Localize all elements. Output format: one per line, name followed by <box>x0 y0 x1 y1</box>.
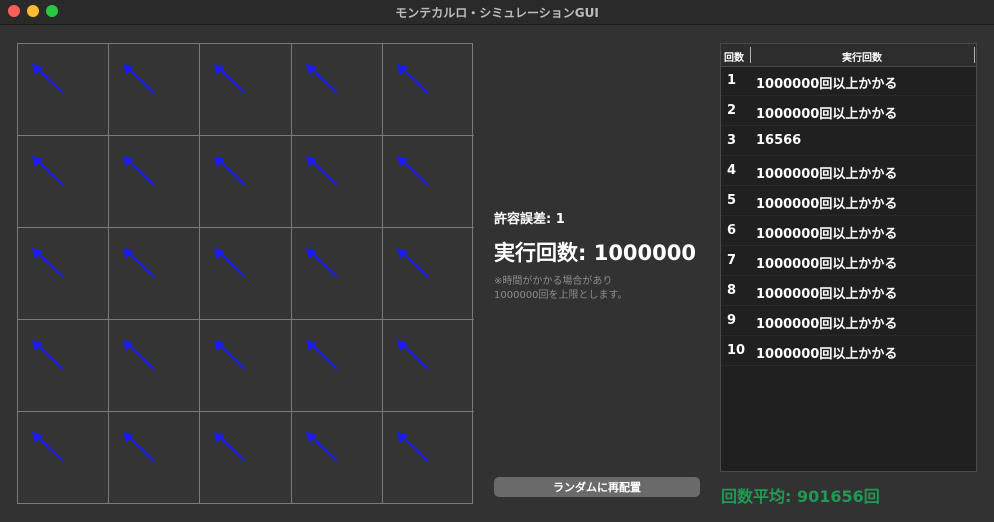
grid-cell <box>291 44 383 136</box>
table-row[interactable]: 5 1000000回以上かかる <box>721 186 976 216</box>
grid-cell <box>292 412 383 504</box>
arrow-up-left-icon <box>214 340 247 370</box>
tolerance-label: 許容誤差: 1 <box>494 212 565 227</box>
table-row[interactable]: 3 16566 <box>721 126 976 156</box>
header-runs[interactable]: 実行回数 <box>752 49 972 64</box>
arrow-up-left-icon <box>396 64 429 94</box>
row-index: 5 <box>727 193 737 208</box>
arrow-up-left-icon <box>32 156 64 186</box>
grid-cell <box>291 320 383 412</box>
app-window: モンテカルロ・シミュレーションGUI 許容誤差: 1 実行回数: 1000000… <box>0 0 994 522</box>
grid-cell <box>18 44 110 136</box>
arrow-up-left-icon <box>32 248 64 278</box>
grid-cell <box>200 44 292 136</box>
row-index: 6 <box>727 223 737 238</box>
row-run-count: 16566 <box>756 133 802 148</box>
arrow-grid <box>17 43 474 504</box>
table-row[interactable]: 10 1000000回以上かかる <box>721 336 976 366</box>
grid-cell <box>18 228 110 320</box>
row-run-count: 1000000回以上かかる <box>756 317 898 332</box>
row-index: 9 <box>727 313 737 328</box>
row-index: 4 <box>727 163 737 178</box>
row-index: 2 <box>727 103 737 118</box>
grid-cell <box>18 320 110 412</box>
arrow-up-left-icon <box>396 248 429 278</box>
table-row[interactable]: 2 1000000回以上かかる <box>721 96 976 126</box>
arrow-up-left-icon <box>123 248 155 278</box>
grid-cell <box>18 136 110 228</box>
table-header: 回数 実行回数 <box>721 44 976 67</box>
grid-cell <box>109 320 201 412</box>
row-index: 1 <box>727 73 737 88</box>
grid-cell <box>382 320 474 412</box>
arrow-up-left-icon <box>214 432 247 462</box>
table-row[interactable]: 9 1000000回以上かかる <box>721 306 976 336</box>
arrow-up-left-icon <box>396 156 429 186</box>
arrow-up-left-icon <box>32 340 64 370</box>
table-row[interactable]: 6 1000000回以上かかる <box>721 216 976 246</box>
row-index: 7 <box>727 253 737 268</box>
row-run-count: 1000000回以上かかる <box>756 167 898 182</box>
arrow-up-left-icon <box>123 340 155 370</box>
grid-cell <box>200 136 292 228</box>
arrow-up-left-icon <box>305 156 338 186</box>
row-run-count: 1000000回以上かかる <box>756 197 898 212</box>
header-divider <box>974 47 975 63</box>
grid-cell <box>291 228 383 320</box>
row-index: 10 <box>727 343 746 358</box>
row-run-count: 1000000回以上かかる <box>756 257 898 272</box>
arrow-up-left-icon <box>214 64 247 94</box>
note-line-1: ※時間がかかる場合があり <box>494 276 613 287</box>
grid-cell <box>109 412 201 504</box>
row-run-count: 1000000回以上かかる <box>756 107 898 122</box>
header-divider <box>750 47 751 63</box>
results-table[interactable]: 回数 実行回数 1 1000000回以上かかる 2 1000000回以上かかる 3 165… <box>720 43 977 472</box>
arrow-up-left-icon <box>396 340 429 370</box>
grid-cell <box>109 228 201 320</box>
row-run-count: 1000000回以上かかる <box>756 347 898 362</box>
arrow-up-left-icon <box>305 64 338 94</box>
grid-cell <box>382 228 474 320</box>
table-row[interactable]: 7 1000000回以上かかる <box>721 246 976 276</box>
row-run-count: 1000000回以上かかる <box>756 227 898 242</box>
grid-cell <box>200 320 292 412</box>
grid-cell <box>200 228 292 320</box>
arrow-up-left-icon <box>32 432 64 462</box>
grid-cell <box>383 412 474 504</box>
table-row[interactable]: 1 1000000回以上かかる <box>721 66 976 96</box>
row-index: 8 <box>727 283 737 298</box>
grid-cell <box>291 136 383 228</box>
grid-cell <box>18 412 110 504</box>
window-title: モンテカルロ・シミュレーションGUI <box>395 6 599 20</box>
arrow-up-left-icon <box>396 432 429 462</box>
grid-cell <box>382 136 474 228</box>
arrow-up-left-icon <box>214 156 247 186</box>
note-line-2: 1000000回を上限とします。 <box>494 290 628 301</box>
table-row[interactable]: 8 1000000回以上かかる <box>721 276 976 306</box>
arrow-up-left-icon <box>123 156 155 186</box>
arrow-up-left-icon <box>305 432 338 462</box>
run-count-label: 実行回数: 1000000 <box>494 241 696 265</box>
grid-cell <box>200 412 292 504</box>
arrow-up-left-icon <box>123 64 155 94</box>
title-bar: モンテカルロ・シミュレーションGUI <box>0 0 994 25</box>
randomize-button[interactable]: ランダムに再配置 <box>494 477 700 497</box>
arrow-up-left-icon <box>214 248 247 278</box>
grid-cell <box>109 44 201 136</box>
info-panel: 許容誤差: 1 実行回数: 1000000 ※時間がかかる場合があり 10000… <box>494 208 696 303</box>
table-row[interactable]: 4 1000000回以上かかる <box>721 156 976 186</box>
row-run-count: 1000000回以上かかる <box>756 287 898 302</box>
row-index: 3 <box>727 133 737 148</box>
header-count[interactable]: 回数 <box>724 49 744 64</box>
average-label: 回数平均: 901656回 <box>721 487 880 506</box>
row-run-count: 1000000回以上かかる <box>756 77 898 92</box>
arrow-up-left-icon <box>305 340 338 370</box>
grid-cell <box>382 44 474 136</box>
arrow-up-left-icon <box>32 64 64 94</box>
arrow-up-left-icon <box>305 248 338 278</box>
note-text: ※時間がかかる場合があり 1000000回を上限とします。 <box>494 275 696 303</box>
arrow-up-left-icon <box>123 432 155 462</box>
grid-cell <box>109 136 201 228</box>
